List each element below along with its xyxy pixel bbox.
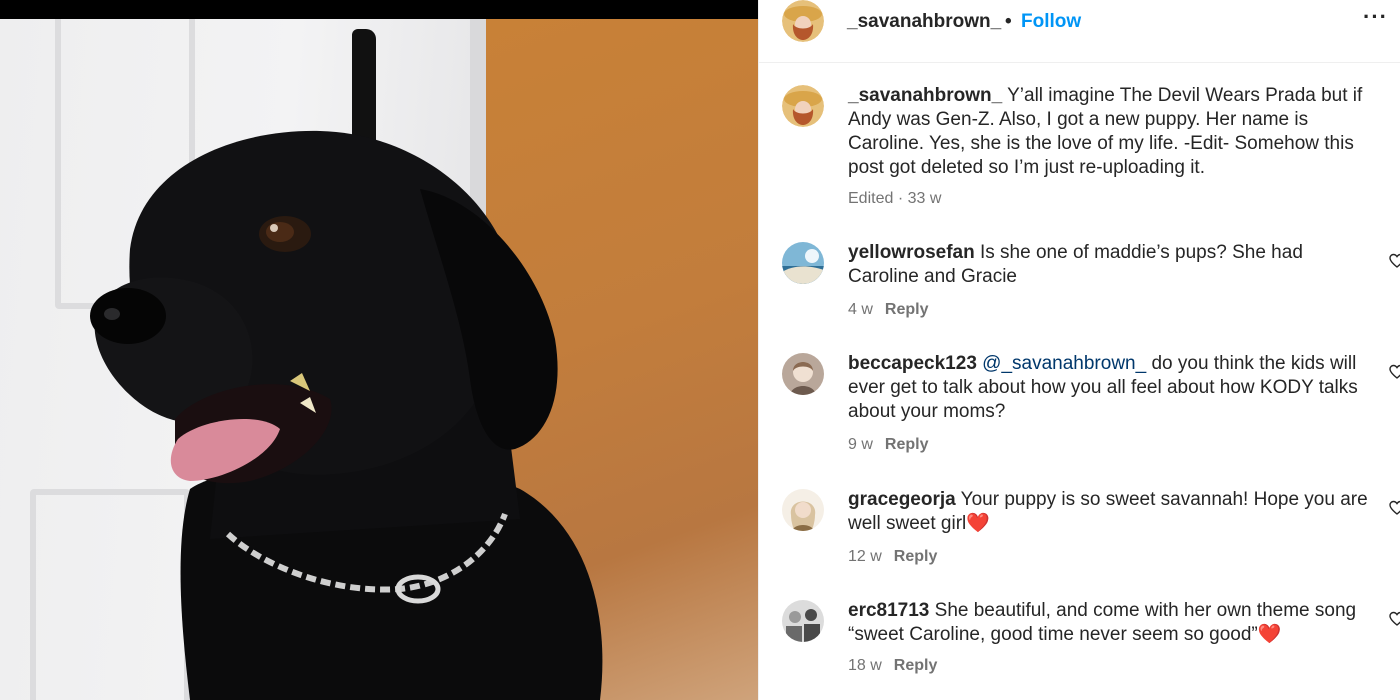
- reply-button[interactable]: Reply: [885, 436, 929, 453]
- post-header: _savanahbrown_ • Follow ···: [759, 0, 1400, 63]
- like-heart-icon[interactable]: [1389, 253, 1400, 269]
- dog-illustration: [90, 130, 603, 700]
- caption-meta: Edited · 33 w: [848, 190, 942, 207]
- comment-username[interactable]: yellowrosefan: [848, 242, 975, 263]
- like-heart-icon[interactable]: [1389, 611, 1400, 627]
- comment-meta: 9 w Reply: [848, 436, 928, 454]
- comment-time: 9 w: [848, 436, 873, 453]
- comment-text-block: gracegeorja Your puppy is so sweet savan…: [848, 488, 1368, 536]
- comment-username[interactable]: beccapeck123: [848, 353, 977, 374]
- like-heart-icon[interactable]: [1389, 500, 1400, 516]
- follow-button[interactable]: Follow: [1021, 11, 1081, 33]
- reply-button[interactable]: Reply: [885, 301, 929, 318]
- comment-text-block: erc81713 She beautiful, and come with he…: [848, 599, 1368, 647]
- comment-mention-link[interactable]: @_savanahbrown_: [982, 353, 1146, 374]
- author-username[interactable]: _savanahbrown_: [847, 11, 1001, 33]
- reply-button[interactable]: Reply: [894, 548, 938, 565]
- comment-text-block: yellowrosefan Is she one of maddie’s pup…: [848, 241, 1368, 289]
- comment-time: 12 w: [848, 548, 882, 565]
- like-heart-icon[interactable]: [1389, 364, 1400, 380]
- comment-meta: 4 w Reply: [848, 301, 928, 319]
- comments-panel: _savanahbrown_ • Follow ··· _savanahbrow…: [758, 0, 1400, 700]
- caption-author-avatar[interactable]: [782, 85, 824, 127]
- commenter-avatar[interactable]: [782, 242, 824, 284]
- caption-username[interactable]: _savanahbrown_: [848, 85, 1002, 106]
- comment-meta: 18 w Reply: [848, 657, 937, 675]
- commenter-avatar[interactable]: [782, 489, 824, 531]
- comment-username[interactable]: erc81713: [848, 600, 929, 621]
- separator-dot: •: [1005, 11, 1012, 32]
- reply-button[interactable]: Reply: [894, 657, 938, 674]
- comment-text-block: beccapeck123 @_savanahbrown_ do you thin…: [848, 352, 1368, 424]
- comment-username[interactable]: gracegeorja: [848, 489, 956, 510]
- author-avatar[interactable]: [782, 0, 824, 42]
- commenter-avatar[interactable]: [782, 353, 824, 395]
- caption-text-block: _savanahbrown_ Y’all imagine The Devil W…: [848, 84, 1368, 180]
- comment-meta: 12 w Reply: [848, 548, 937, 566]
- more-options-icon[interactable]: ···: [1363, 4, 1388, 30]
- post-photo[interactable]: [0, 0, 758, 700]
- photo-scene: [0, 19, 758, 700]
- comment-time: 4 w: [848, 301, 873, 318]
- comment-time: 18 w: [848, 657, 882, 674]
- commenter-avatar[interactable]: [782, 600, 824, 642]
